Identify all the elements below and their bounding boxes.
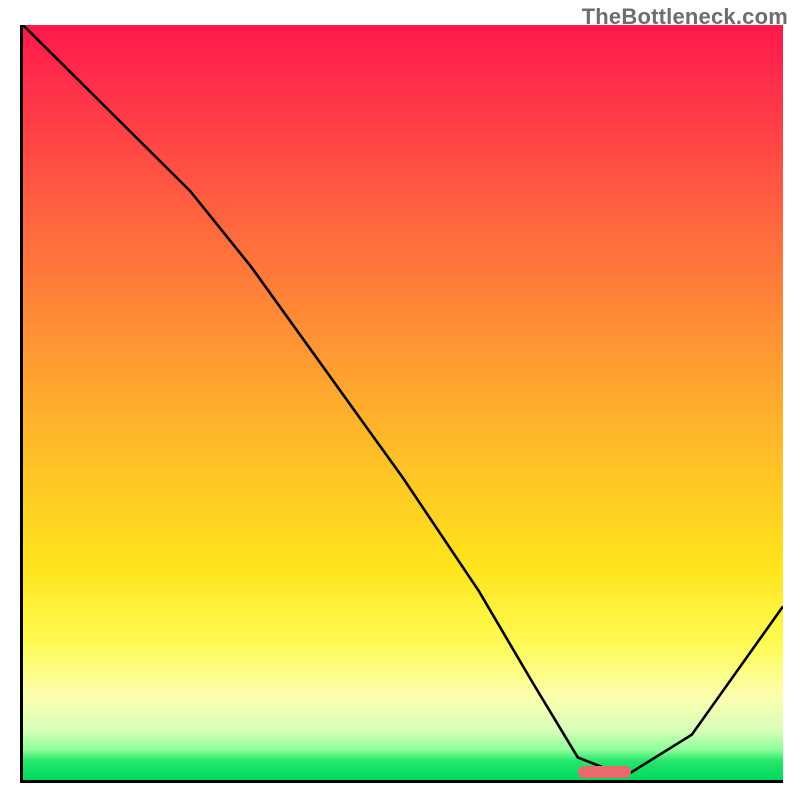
optimum-marker (578, 766, 631, 778)
bottleneck-curve (23, 25, 783, 780)
chart-container: TheBottleneck.com (0, 0, 800, 800)
plot-area (20, 25, 783, 783)
